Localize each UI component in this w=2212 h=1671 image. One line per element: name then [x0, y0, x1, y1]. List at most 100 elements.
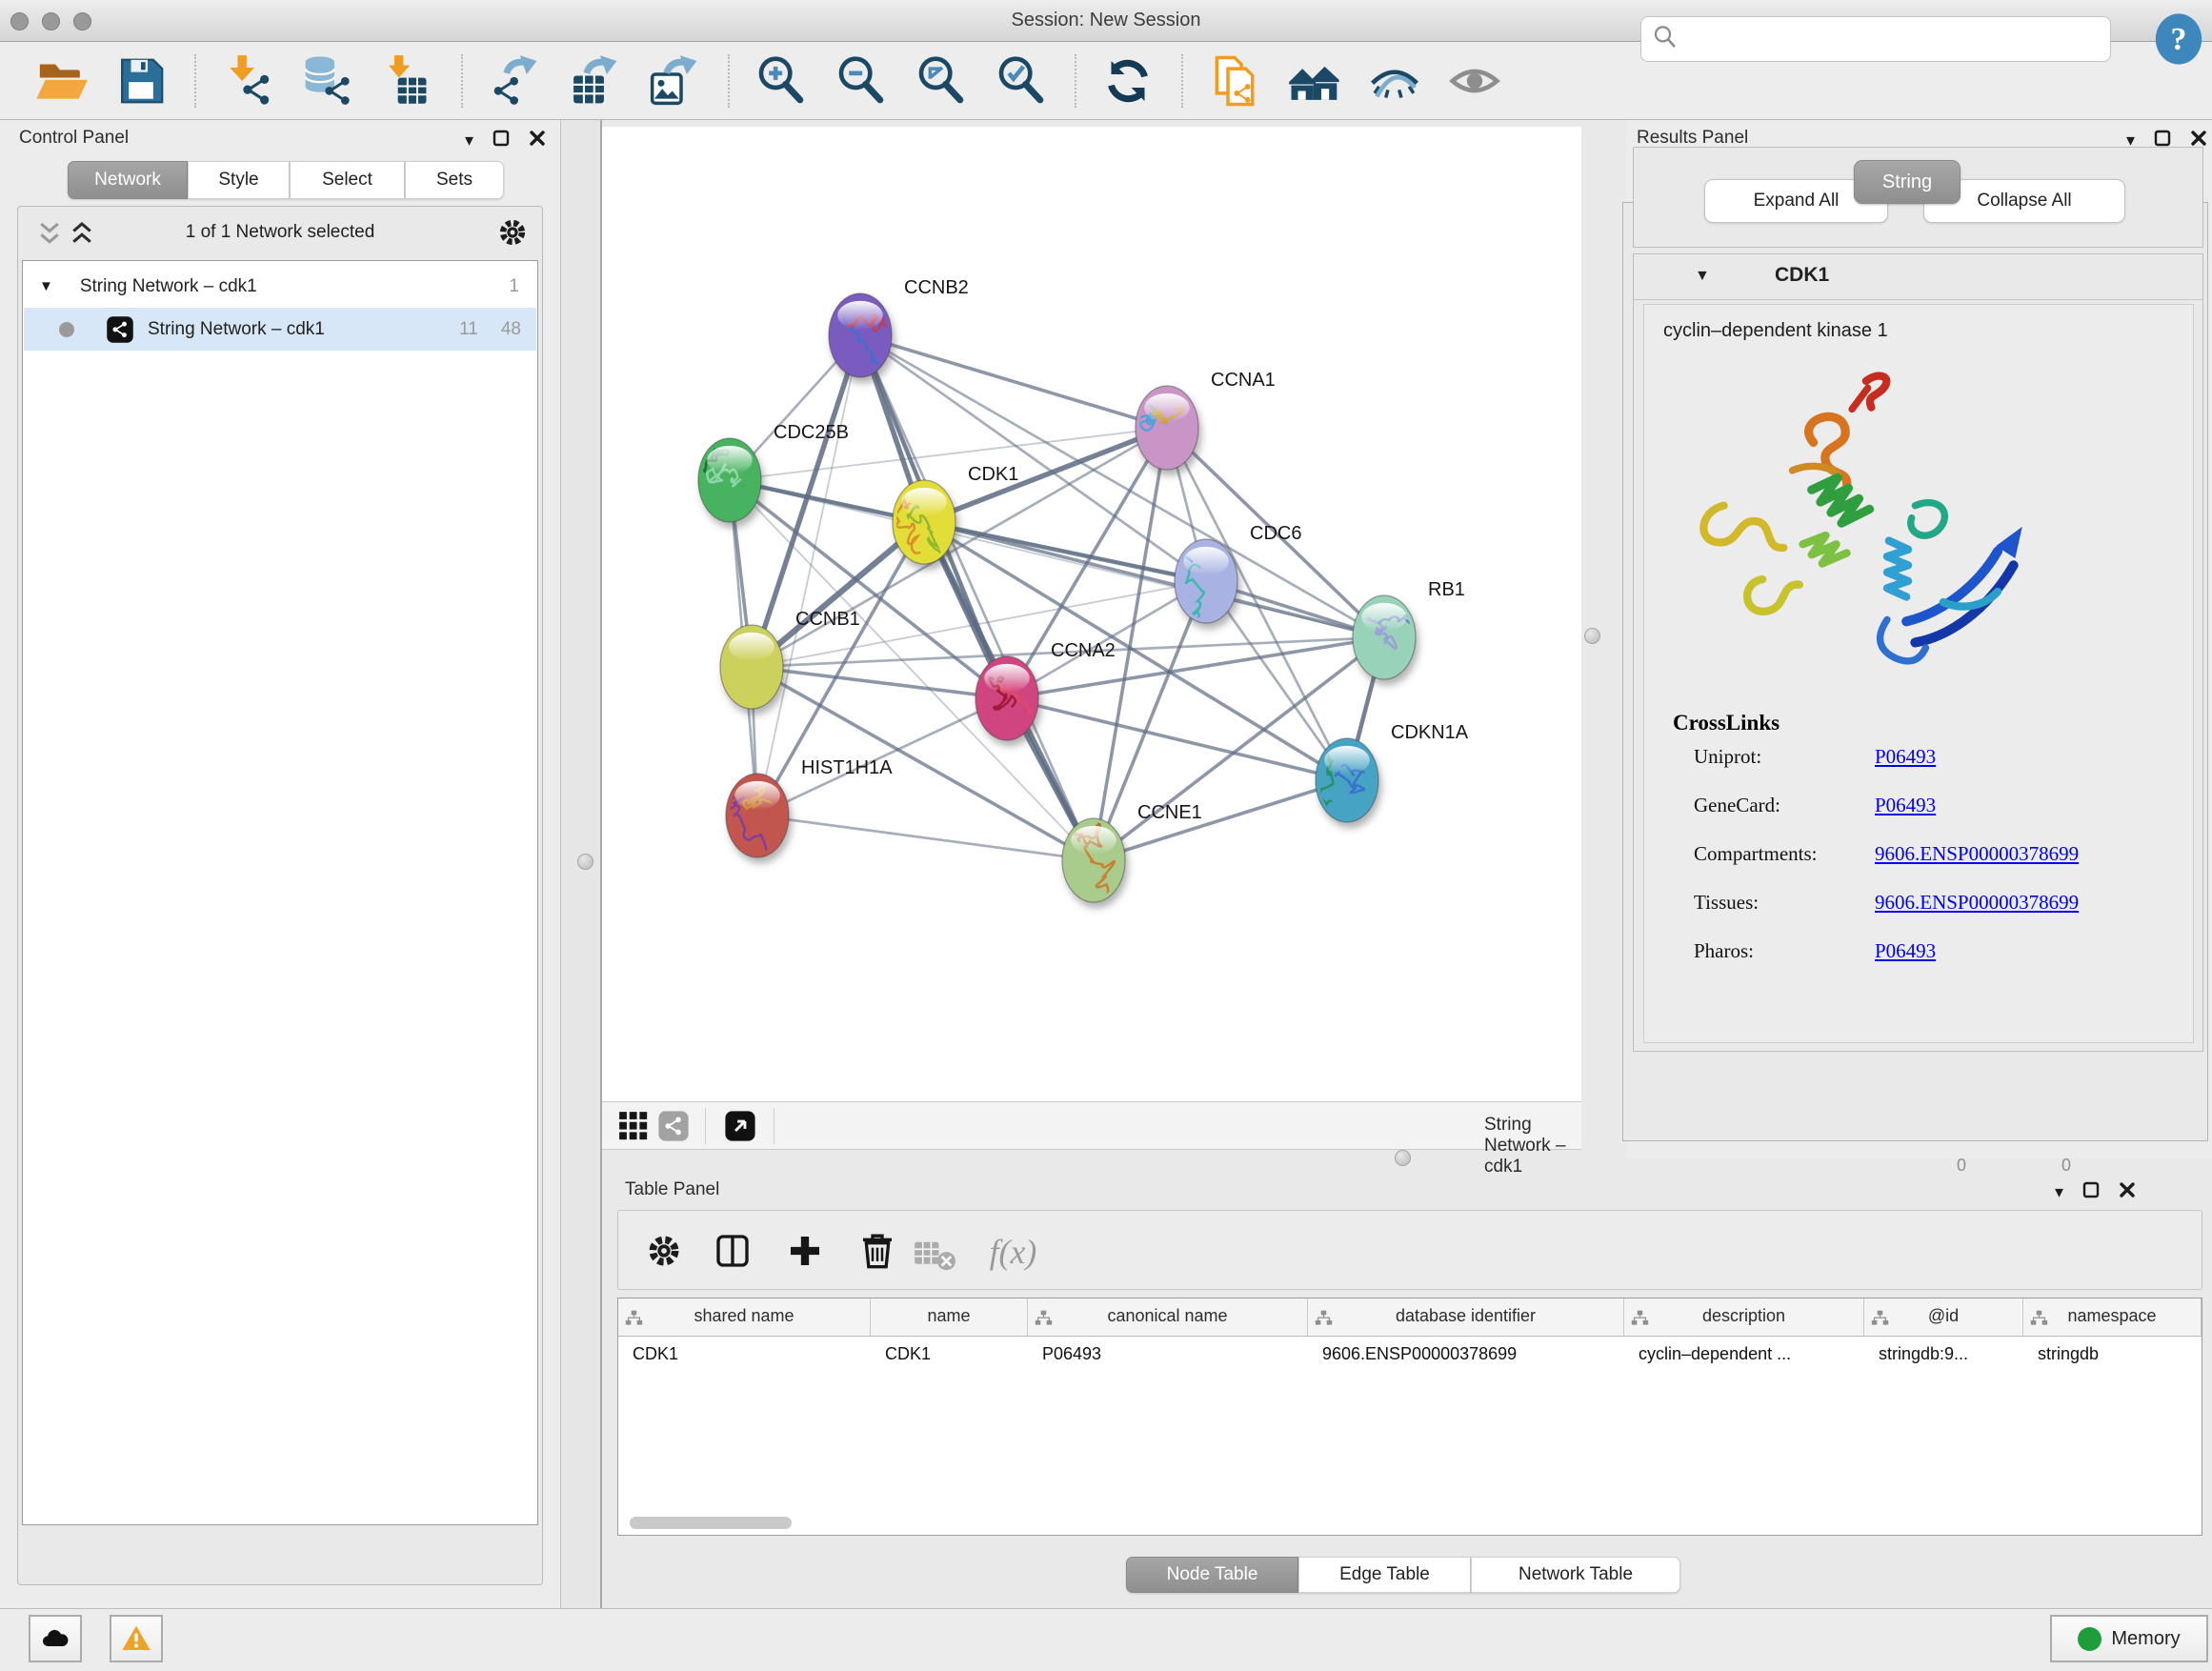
warnings-button[interactable] — [110, 1615, 163, 1662]
column-header-canonical-name[interactable]: canonical name — [1028, 1299, 1308, 1336]
column-header-shared-name[interactable]: shared name — [618, 1299, 871, 1336]
tab-style[interactable]: Style — [188, 161, 290, 199]
tab-select[interactable]: Select — [290, 161, 405, 199]
table-row[interactable]: CDK1CDK1P064939606.ENSP00000378699cyclin… — [618, 1337, 2202, 1375]
network-view-row[interactable]: String Network – cdk1 11 48 — [24, 308, 536, 351]
crosslink-row: Compartments:9606.ENSP00000378699 — [1694, 842, 1818, 866]
network-edge[interactable] — [860, 335, 1167, 428]
panel-float-icon[interactable] — [2082, 1181, 2100, 1201]
tab-sets[interactable]: Sets — [405, 161, 504, 199]
clone-network-button[interactable] — [1208, 54, 1261, 108]
cloud-button[interactable] — [29, 1615, 82, 1662]
horizontal-scrollbar[interactable] — [630, 1517, 792, 1529]
tree-expander-icon[interactable]: ▼ — [39, 278, 53, 294]
panel-float-icon[interactable] — [493, 130, 510, 150]
table-cell[interactable]: stringdb:9... — [1864, 1337, 2023, 1375]
column-label: canonical name — [1028, 1306, 1307, 1326]
network-node-CCNA1[interactable]: CCNA1 — [1131, 370, 1275, 470]
network-node-CCNA2[interactable]: CCNA2 — [975, 640, 1116, 753]
column-header-@id[interactable]: @id — [1864, 1299, 2023, 1336]
delete-column-icon[interactable] — [858, 1232, 896, 1270]
export-network-button[interactable] — [488, 54, 541, 108]
crosslink-link[interactable]: 9606.ENSP00000378699 — [1875, 842, 2079, 866]
import-table-button[interactable] — [381, 54, 434, 108]
export-image-button[interactable] — [648, 54, 701, 108]
table-cell[interactable]: CDK1 — [871, 1337, 1028, 1375]
export-table-button[interactable] — [568, 54, 621, 108]
zoom-out-button[interactable] — [835, 54, 888, 108]
node-table[interactable]: shared namenamecanonical namedatabase id… — [617, 1298, 2202, 1536]
crosslink-label: Compartments: — [1694, 842, 1818, 865]
tab-edge-table[interactable]: Edge Table — [1298, 1557, 1471, 1593]
network-edge[interactable] — [860, 335, 1094, 860]
gene-section-header[interactable]: ▼ CDK1 — [1634, 254, 2202, 300]
search-input[interactable] — [1679, 20, 2110, 58]
table-cell[interactable]: 9606.ENSP00000378699 — [1308, 1337, 1624, 1375]
network-edge[interactable] — [757, 815, 1094, 860]
node-label: CDC6 — [1250, 523, 1301, 544]
network-node-RB1[interactable]: RB1 — [1353, 579, 1465, 679]
tab-network-table[interactable]: Network Table — [1471, 1557, 1680, 1593]
network-edge[interactable] — [752, 667, 1007, 698]
panel-close-icon[interactable] — [2119, 1181, 2136, 1201]
network-edge[interactable] — [757, 335, 860, 815]
table-cell[interactable]: stringdb — [2023, 1337, 2202, 1375]
collection-count: 1 — [509, 276, 519, 297]
zoom-selected-button[interactable] — [995, 54, 1048, 108]
show-columns-icon[interactable] — [714, 1232, 752, 1270]
table-cell[interactable]: P06493 — [1028, 1337, 1308, 1375]
network-edge[interactable] — [1007, 698, 1347, 780]
grid-view-icon[interactable] — [617, 1110, 650, 1142]
birdseye-view-icon[interactable] — [724, 1110, 756, 1142]
panel-menu-icon[interactable]: ▾ — [2055, 1183, 2063, 1200]
refresh-button[interactable] — [1101, 54, 1155, 108]
show-all-button[interactable] — [1448, 54, 1501, 108]
import-database-button[interactable] — [301, 54, 354, 108]
column-header-description[interactable]: description — [1624, 1299, 1864, 1336]
search-box[interactable] — [1640, 16, 2111, 62]
zoom-fit-button[interactable] — [915, 54, 968, 108]
right-splitter-handle[interactable] — [1584, 628, 1600, 644]
network-node-CDKN1A[interactable]: CDKN1A — [1316, 722, 1469, 822]
hide-selected-button[interactable] — [1368, 54, 1421, 108]
home-button[interactable] — [1288, 54, 1341, 108]
section-collapse-icon[interactable]: ▼ — [1695, 268, 1710, 285]
save-session-button[interactable] — [114, 54, 168, 108]
column-header-database-identifier[interactable]: database identifier — [1308, 1299, 1624, 1336]
table-settings-gear-icon[interactable] — [645, 1232, 683, 1270]
gene-section: ▼ CDK1 cyclin–dependent kinase 1 — [1633, 253, 2203, 1052]
network-edge[interactable] — [924, 522, 1384, 637]
crosslink-link[interactable]: P06493 — [1875, 939, 1936, 963]
network-edge[interactable] — [1094, 780, 1347, 860]
column-header-name[interactable]: name — [871, 1299, 1028, 1336]
tab-node-table[interactable]: Node Table — [1126, 1557, 1298, 1593]
memory-button[interactable]: Memory — [2050, 1615, 2208, 1662]
network-node-CDC25B[interactable]: CDC25B — [696, 422, 849, 522]
share-view-icon[interactable] — [657, 1110, 690, 1142]
table-cell[interactable]: CDK1 — [618, 1337, 871, 1375]
zoom-in-button[interactable] — [754, 54, 808, 108]
network-node-CDC6[interactable]: CDC6 — [1158, 523, 1301, 636]
network-node-CCNE1[interactable]: CCNE1 — [1062, 802, 1202, 919]
panel-close-icon[interactable] — [529, 130, 546, 150]
network-collection-row[interactable]: ▼ String Network – cdk1 1 — [24, 265, 536, 308]
import-network-button[interactable] — [221, 54, 274, 108]
add-column-icon[interactable] — [786, 1232, 824, 1270]
tab-network[interactable]: Network — [68, 161, 188, 199]
crosslink-link[interactable]: 9606.ENSP00000378699 — [1875, 891, 2079, 915]
network-canvas[interactable]: CCNB2CCNA1CDC25BCDK1CDC6RB1CCNB1CCNA2CDK… — [602, 127, 1581, 1101]
crosslink-link[interactable]: P06493 — [1875, 745, 1936, 769]
panel-menu-icon[interactable]: ▾ — [2126, 131, 2135, 149]
left-splitter-handle[interactable] — [577, 854, 593, 870]
tab-string[interactable]: String — [1854, 160, 1961, 204]
crosslink-link[interactable]: P06493 — [1875, 794, 1936, 817]
horizontal-splitter-handle[interactable] — [1395, 1150, 1411, 1166]
column-header-namespace[interactable]: namespace — [2023, 1299, 2202, 1336]
table-cell[interactable]: cyclin–dependent ... — [1624, 1337, 1864, 1375]
network-options-gear-icon[interactable] — [496, 216, 529, 249]
toolbar-separator — [1181, 54, 1183, 108]
open-session-button[interactable] — [34, 54, 88, 108]
panel-menu-icon[interactable]: ▾ — [465, 131, 473, 149]
network-node-HIST1H1A[interactable]: HIST1H1A — [723, 757, 893, 857]
help-button[interactable]: ? — [2151, 11, 2206, 67]
